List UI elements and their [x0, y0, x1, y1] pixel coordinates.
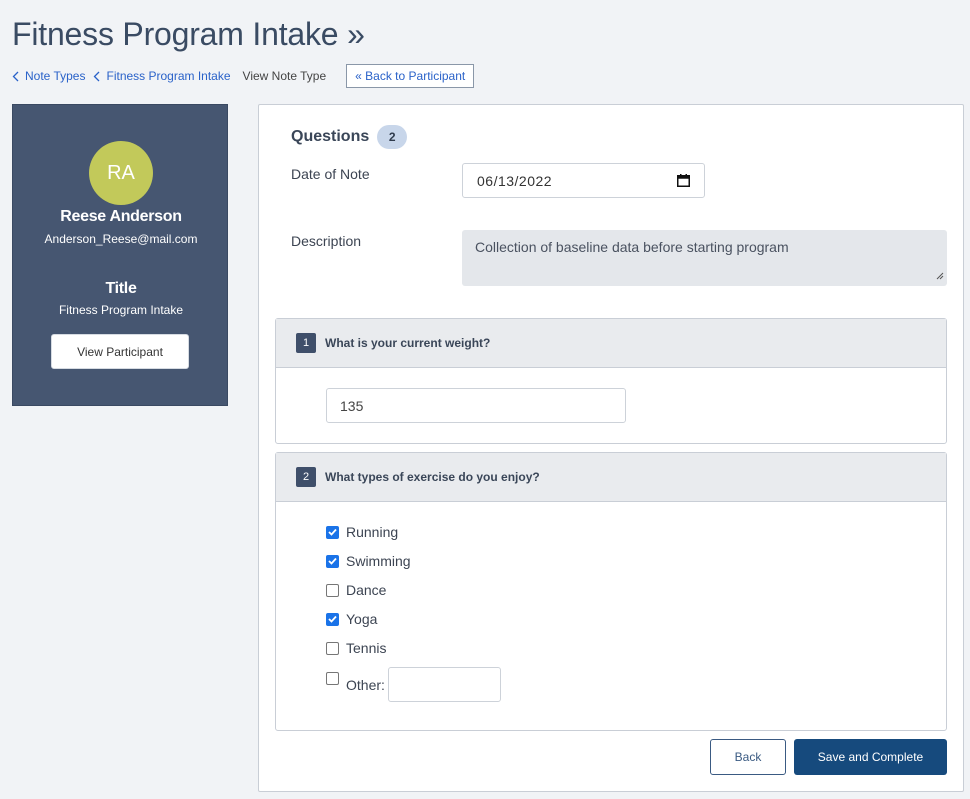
- description-value: Collection of baseline data before start…: [475, 239, 789, 255]
- question-number-badge: 2: [296, 467, 316, 487]
- back-to-participant-link[interactable]: « Back to Participant: [346, 64, 475, 88]
- description-label: Description: [291, 233, 362, 249]
- option-dance[interactable]: Dance: [326, 582, 386, 598]
- question-text: What types of exercise do you enjoy?: [325, 470, 540, 484]
- questions-heading: Questions 2: [291, 125, 408, 149]
- checkbox-checked[interactable]: [326, 612, 339, 626]
- option-label: Running: [346, 524, 399, 540]
- other-input[interactable]: [387, 667, 501, 702]
- question-card-1: 1 What is your current weight? 135: [275, 318, 947, 444]
- participant-name: Reese Anderson: [60, 208, 182, 225]
- question-header: 2 What types of exercise do you enjoy?: [276, 453, 946, 502]
- option-swimming[interactable]: Swimming: [326, 553, 411, 569]
- checkbox-unchecked[interactable]: [326, 583, 339, 597]
- option-other[interactable]: Other:: [326, 667, 501, 702]
- weight-input[interactable]: 135: [326, 388, 626, 423]
- questions-label: Questions: [291, 128, 370, 145]
- note-form: Questions 2 Date of Note 06/13/2022 Desc…: [258, 104, 964, 792]
- title-heading: Title: [105, 280, 137, 297]
- questions-count-badge: 2: [377, 125, 408, 149]
- avatar: RA: [89, 141, 153, 205]
- question-number-badge: 1: [296, 333, 316, 353]
- question-text: What is your current weight?: [325, 336, 491, 350]
- option-label: Dance: [346, 582, 387, 598]
- page-title: Fitness Program Intake »: [12, 16, 365, 52]
- title-value: Fitness Program Intake: [58, 303, 184, 317]
- checkbox-checked[interactable]: [326, 554, 339, 568]
- resize-grip-icon[interactable]: [936, 267, 944, 283]
- breadcrumb-label: Fitness Program Intake: [106, 69, 231, 83]
- option-label: Tennis: [346, 640, 387, 656]
- description-field[interactable]: Collection of baseline data before start…: [462, 230, 947, 286]
- view-participant-button[interactable]: View Participant: [51, 334, 189, 369]
- question-header: 1 What is your current weight?: [276, 319, 946, 368]
- checkbox-checked[interactable]: [326, 525, 339, 539]
- breadcrumb-fitness-program-intake[interactable]: Fitness Program Intake: [93, 69, 231, 83]
- checkbox-unchecked[interactable]: [326, 672, 339, 685]
- date-value: 06/13/2022: [477, 172, 553, 189]
- breadcrumb-current: View Note Type: [242, 69, 327, 83]
- option-label: Other:: [346, 677, 385, 693]
- option-running[interactable]: Running: [326, 524, 398, 540]
- question-card-2: 2 What types of exercise do you enjoy? R…: [275, 452, 947, 731]
- date-label: Date of Note: [291, 166, 370, 182]
- chevron-left-icon: [12, 71, 19, 82]
- save-and-complete-button[interactable]: Save and Complete: [794, 739, 947, 775]
- back-button[interactable]: Back: [710, 739, 786, 775]
- option-yoga[interactable]: Yoga: [326, 611, 377, 627]
- breadcrumb: Note Types Fitness Program Intake View N…: [12, 64, 475, 88]
- participant-panel: RA Reese Anderson Anderson_Reese@mail.co…: [12, 104, 228, 406]
- option-label: Yoga: [346, 611, 378, 627]
- participant-email: Anderson_Reese@mail.com: [44, 232, 198, 246]
- breadcrumb-note-types[interactable]: Note Types: [12, 69, 85, 83]
- checkbox-unchecked[interactable]: [326, 641, 339, 655]
- chevron-left-icon: [93, 71, 100, 82]
- option-tennis[interactable]: Tennis: [326, 640, 386, 656]
- calendar-icon[interactable]: [677, 174, 690, 190]
- date-input[interactable]: 06/13/2022: [462, 163, 705, 198]
- option-label: Swimming: [346, 553, 411, 569]
- breadcrumb-label: Note Types: [25, 69, 86, 83]
